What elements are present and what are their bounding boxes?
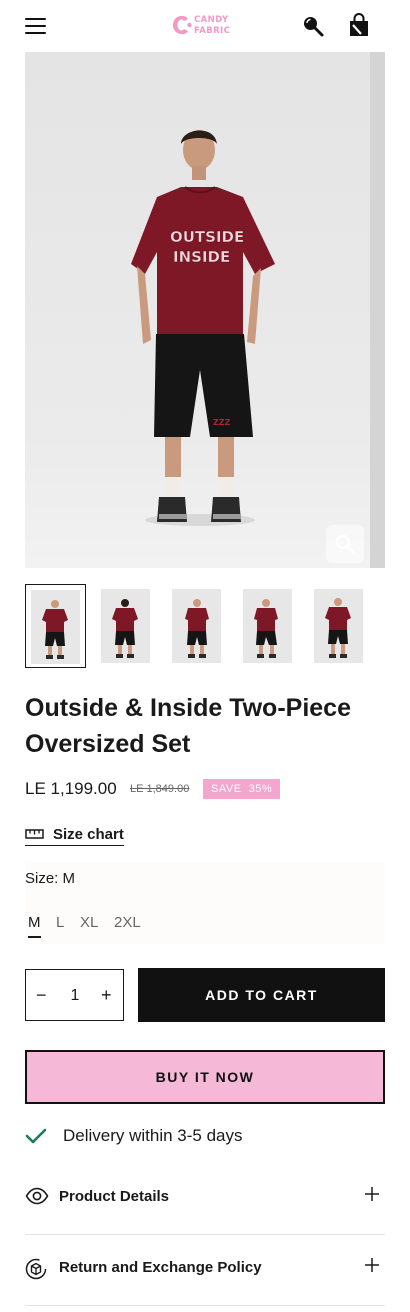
zoom-button[interactable] [326, 525, 364, 563]
delivery-info: Delivery within 3-5 days [25, 1124, 243, 1148]
save-badge: SAVE 35% [203, 779, 281, 799]
thumbnail-image [101, 589, 150, 663]
thumbnail-image [314, 589, 363, 663]
size-option-l[interactable]: L [56, 914, 64, 938]
size-chart-link[interactable]: Size chart [25, 825, 124, 846]
compare-at-price: LE 1,849.00 [130, 783, 190, 795]
svg-text:OUTSIDE: OUTSIDE [170, 228, 244, 246]
size-option-2xl[interactable]: 2XL [114, 914, 141, 938]
eye-icon [25, 1187, 49, 1205]
magnify-icon [335, 534, 355, 554]
plus-icon [365, 1187, 379, 1201]
shopping-bag-icon[interactable] [347, 13, 371, 38]
quantity-increase-button[interactable]: + [101, 983, 112, 1007]
delivery-text: Delivery within 3-5 days [63, 1126, 243, 1145]
thumbnail-image [31, 590, 80, 664]
add-to-cart-button[interactable]: ADD TO CART [138, 968, 385, 1022]
thumbnail-strip [25, 584, 385, 668]
product-main-image[interactable]: OUTSIDE INSIDE ZZZ [25, 52, 385, 568]
save-badge-percent: 35% [248, 783, 273, 795]
return-box-icon [25, 1258, 47, 1280]
site-header: CANDY FABRIC [0, 0, 410, 52]
save-badge-label: SAVE [211, 783, 242, 795]
svg-text:ZZZ: ZZZ [213, 418, 231, 427]
accordion-label: Product Details [59, 1188, 170, 1205]
size-selected-label: Size: M [25, 870, 76, 887]
size-selector: Size: M M L XL 2XL [25, 862, 385, 944]
size-option-xl[interactable]: XL [80, 914, 98, 938]
thumbnail-3[interactable] [167, 584, 228, 668]
checkmark-icon [25, 1128, 47, 1144]
model-photo: OUTSIDE INSIDE ZZZ [25, 52, 385, 568]
accordion-product-details[interactable]: Product Details [25, 1185, 385, 1235]
product-title: Outside & Inside Two-Piece Oversized Set [25, 694, 351, 758]
size-chart-label: Size chart [53, 826, 124, 843]
quantity-value[interactable]: 1 [64, 984, 86, 1008]
thumbnail-4[interactable] [238, 584, 299, 668]
thumbnail-2[interactable] [96, 584, 157, 668]
svg-text:INSIDE: INSIDE [173, 248, 230, 266]
thumbnail-1[interactable] [25, 584, 86, 668]
quantity-stepper: − 1 + [25, 969, 124, 1021]
accordion-label: Return and Exchange Policy [59, 1259, 262, 1276]
buy-it-now-button[interactable]: BUY IT NOW [25, 1050, 385, 1104]
ruler-icon [25, 829, 44, 839]
logo-mark-icon [173, 16, 192, 34]
search-icon[interactable] [302, 15, 324, 37]
size-option-m[interactable]: M [28, 914, 41, 938]
candy-fabric-logo[interactable]: CANDY FABRIC [170, 13, 244, 41]
quantity-decrease-button[interactable]: − [36, 983, 47, 1007]
thumbnail-image [243, 589, 292, 663]
thumbnail-5[interactable] [309, 584, 370, 668]
sale-price: LE 1,199.00 [25, 779, 117, 798]
accordion-return-exchange-policy[interactable]: Return and Exchange Policy [25, 1256, 385, 1306]
logo-wordmark: CANDY FABRIC [194, 15, 231, 36]
hamburger-menu-icon[interactable] [25, 17, 46, 34]
plus-icon [365, 1258, 379, 1272]
thumbnail-image [172, 589, 221, 663]
